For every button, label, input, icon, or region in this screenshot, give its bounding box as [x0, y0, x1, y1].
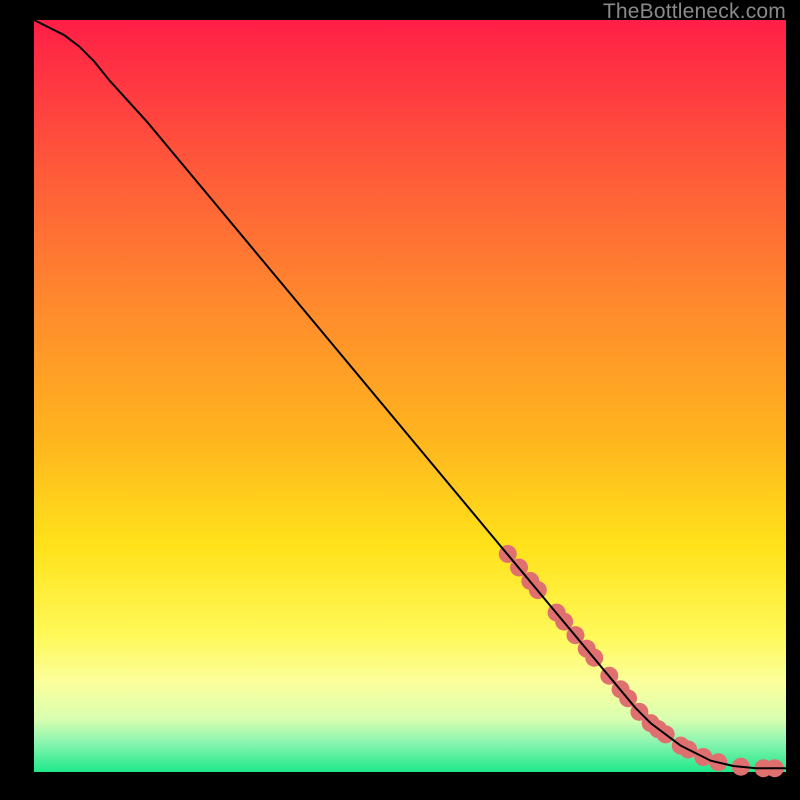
bottleneck-curve: [34, 20, 786, 768]
plot-area: [34, 20, 786, 772]
marker-layer: [499, 545, 784, 777]
chart-frame: TheBottleneck.com: [0, 0, 800, 800]
chart-svg: [34, 20, 786, 772]
